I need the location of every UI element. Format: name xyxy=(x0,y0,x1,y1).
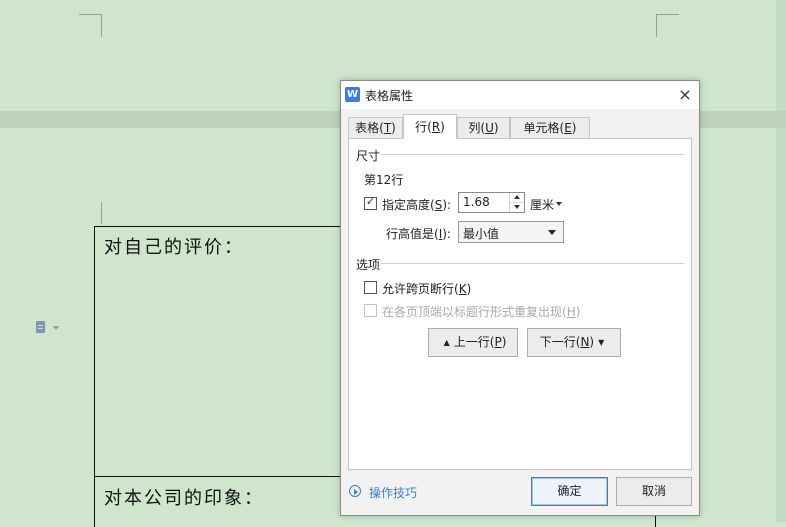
specify-height-checkbox[interactable]: ✓ xyxy=(364,195,377,210)
row-height-spinner[interactable]: 1.68 xyxy=(458,192,525,213)
size-group-label: 尺寸 xyxy=(356,147,381,164)
vertical-scrollbar-track[interactable] xyxy=(776,0,786,522)
document-icon xyxy=(36,321,45,333)
allow-row-break-checkbox[interactable] xyxy=(364,281,377,294)
checkmark-icon: ✓ xyxy=(365,195,376,208)
arrow-down-icon: ▼ xyxy=(598,338,605,347)
row-tab-panel: 尺寸 第12行 ✓ 指定高度(S): 行高值是(I): 选项 允许跨页断行(K)… xyxy=(348,138,692,470)
table-properties-dialog: W 表格属性 × 表格(T) 行(R) 列(U) 单元格(E) 尺寸 第12行 … xyxy=(340,80,700,516)
close-icon[interactable]: × xyxy=(674,84,696,106)
row-height-is-label: 行高值是(I): xyxy=(386,227,451,241)
spinner-buttons xyxy=(509,193,524,212)
tips-link[interactable]: 操作技巧 xyxy=(369,484,417,501)
options-group-divider xyxy=(381,263,684,264)
crop-mark-left xyxy=(79,202,102,224)
size-group-divider xyxy=(381,154,684,155)
next-row-button[interactable]: 下一行(N) ▼ xyxy=(527,328,621,357)
table-cell-company-impression[interactable]: 对本公司的印象： xyxy=(104,484,264,510)
unit-selector[interactable]: 厘米 xyxy=(530,196,554,213)
tab-row[interactable]: 行(R) xyxy=(403,114,457,139)
row-number-label: 第12行 xyxy=(364,173,404,187)
wps-writer-icon: W xyxy=(345,87,360,102)
previous-row-button[interactable]: ▲ 上一行(P) xyxy=(428,328,518,357)
tab-cell[interactable]: 单元格(E) xyxy=(510,117,590,138)
chevron-down-icon xyxy=(53,326,59,330)
crop-mark-top-left xyxy=(79,14,102,37)
row-height-mode-select[interactable]: 最小值 xyxy=(458,221,564,243)
unit-caret-icon[interactable] xyxy=(556,202,562,206)
row-height-mode-value: 最小值 xyxy=(463,227,500,241)
table-cell-self-evaluation[interactable]: 对自己的评价： xyxy=(104,233,244,259)
specify-height-label[interactable]: 指定高度(S): xyxy=(382,196,451,213)
tab-table[interactable]: 表格(T) xyxy=(348,117,403,138)
cancel-button[interactable]: 取消 xyxy=(616,477,692,506)
spinner-down-arrow-icon[interactable] xyxy=(510,203,524,212)
crop-mark-top-right xyxy=(656,14,679,37)
arrow-up-icon: ▲ xyxy=(443,338,450,347)
paragraph-menu-icon[interactable] xyxy=(36,320,62,336)
dialog-title: 表格属性 xyxy=(365,89,414,103)
dialog-titlebar[interactable]: W 表格属性 × xyxy=(341,81,699,109)
chevron-down-icon xyxy=(548,230,556,235)
row-height-value: 1.68 xyxy=(463,195,490,209)
spinner-up-arrow-icon[interactable] xyxy=(510,193,524,203)
repeat-header-label[interactable]: 在各页顶端以标题行形式重复出现(H) xyxy=(382,303,580,320)
repeat-header-checkbox[interactable] xyxy=(364,304,377,317)
allow-row-break-label[interactable]: 允许跨页断行(K) xyxy=(382,280,471,297)
options-group-label: 选项 xyxy=(356,256,381,273)
ok-button[interactable]: 确定 xyxy=(531,477,608,506)
play-help-icon[interactable] xyxy=(349,485,361,497)
tab-column[interactable]: 列(U) xyxy=(457,117,510,138)
